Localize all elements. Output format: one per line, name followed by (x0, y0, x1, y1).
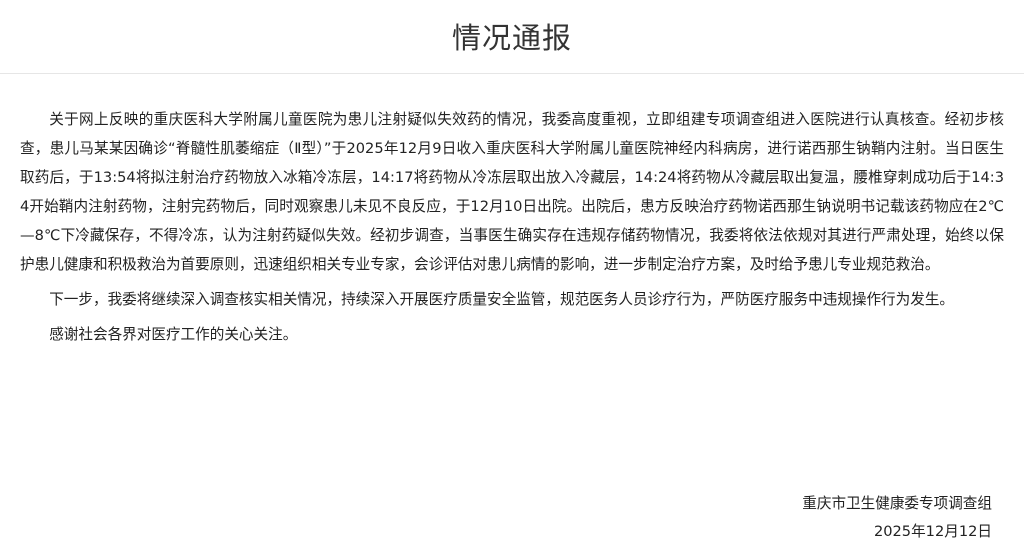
title-divider (0, 73, 1024, 74)
paragraph-next-steps: 下一步，我委将继续深入调查核实相关情况，持续深入开展医疗质量安全监管，规范医务人… (49, 291, 955, 308)
signature-block: 重庆市卫生健康委专项调查组 2025年12月12日 (802, 490, 992, 546)
signature-date: 2025年12月12日 (873, 523, 992, 540)
paragraph-thanks: 感谢社会各界对医疗工作的关心关注。 (49, 326, 298, 343)
paragraph-investigation: 关于网上反映的重庆医科大学附属儿童医院为患儿注射疑似失效药的情况，我委高度重视，… (20, 111, 1004, 273)
notice-body: 关于网上反映的重庆医科大学附属儿童医院为患儿注射疑似失效药的情况，我委高度重视，… (20, 105, 1004, 355)
page-title: 情况通报 (451, 21, 572, 55)
notice-page: 情况通报 关于网上反映的重庆医科大学附属儿童医院为患儿注射疑似失效药的情况，我委… (0, 0, 1024, 559)
signature-organization: 重庆市卫生健康委专项调查组 (802, 495, 992, 512)
